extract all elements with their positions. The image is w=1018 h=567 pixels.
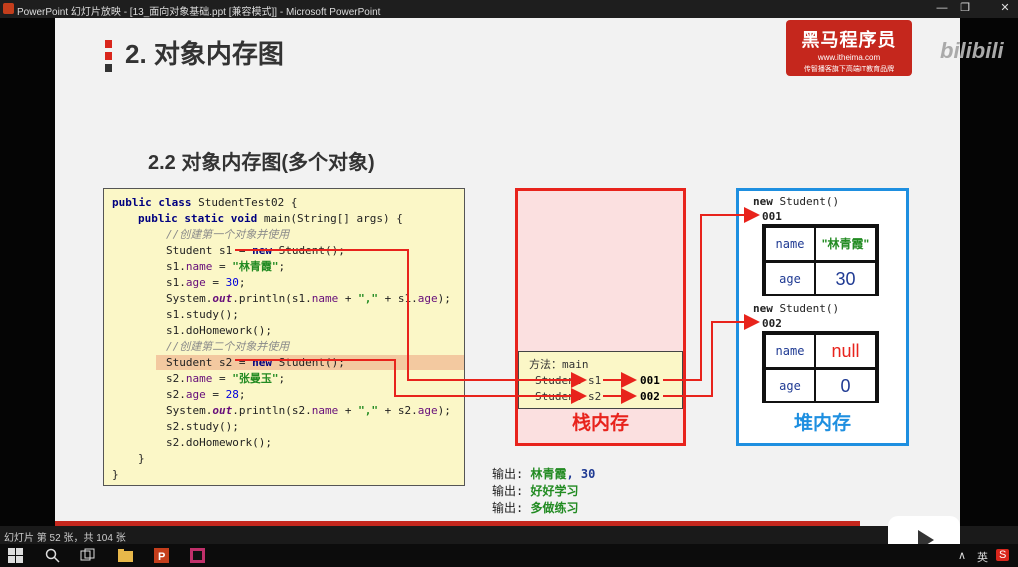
ref-001-arrow xyxy=(663,207,760,381)
output-line: 输出: 多做练习 xyxy=(492,501,579,515)
s2-arrow xyxy=(235,359,587,404)
slideshow-area: 2. 对象内存图 黑马程序员 www.itheima.com 传智播客旗下高端I… xyxy=(0,18,1018,526)
close-button[interactable]: ✕ xyxy=(995,1,1015,16)
powerpoint-taskbar-icon[interactable]: P xyxy=(154,548,169,563)
reference-arrows xyxy=(235,207,760,404)
windows-start-icon[interactable] xyxy=(8,548,23,563)
ime-icon[interactable]: S xyxy=(996,549,1010,561)
taskbar: P ∧ 英 S xyxy=(0,544,1018,567)
task-view-icon[interactable] xyxy=(80,548,95,563)
svg-text:P: P xyxy=(158,551,165,563)
ide-icon[interactable] xyxy=(190,548,205,563)
ref-002-arrow xyxy=(663,314,760,397)
window-title: PowerPoint 幻灯片放映 - [13_面向对象基础.ppt [兼容模式]… xyxy=(17,7,381,18)
slide-counter: 幻灯片 第 52 张，共 104 张 xyxy=(4,533,126,544)
file-explorer-icon[interactable] xyxy=(118,548,133,563)
window-titlebar: PowerPoint 幻灯片放映 - [13_面向对象基础.ppt [兼容模式]… xyxy=(0,0,1018,18)
status-bar: 幻灯片 第 52 张，共 104 张 xyxy=(0,526,1018,544)
minimize-button[interactable]: — xyxy=(932,1,952,16)
restore-button[interactable]: ❐ xyxy=(955,1,975,16)
tray-chevron-icon[interactable]: ∧ xyxy=(958,549,966,562)
slide[interactable]: 2. 对象内存图 黑马程序员 www.itheima.com 传智播客旗下高端I… xyxy=(55,18,960,526)
search-icon[interactable] xyxy=(45,548,60,563)
powerpoint-icon xyxy=(3,3,14,14)
output-line: 输出: 好好学习 xyxy=(492,484,579,498)
bilibili-watermark: bilibili xyxy=(940,38,1004,63)
language-indicator[interactable]: 英 xyxy=(977,549,988,565)
output-line: 输出: 林青霞, 30 xyxy=(492,467,596,481)
